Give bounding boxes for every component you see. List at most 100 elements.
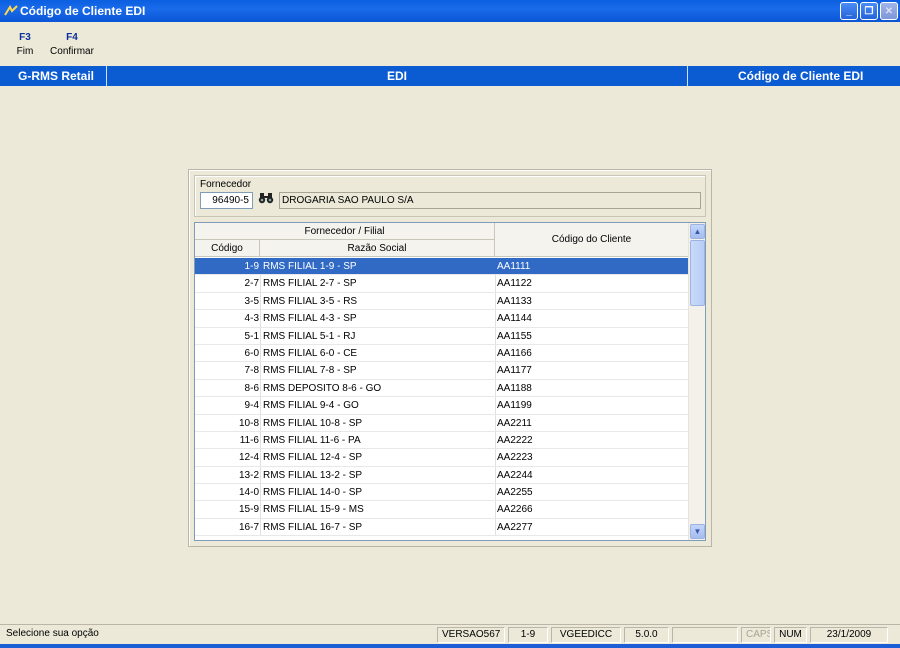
cell-razao-social: RMS FILIAL 13-2 - SP — [263, 469, 363, 481]
column-header-codigo[interactable]: Código — [195, 240, 260, 257]
taskbar-edge — [0, 644, 900, 648]
minimize-button[interactable]: _ — [840, 2, 858, 20]
column-divider — [260, 379, 261, 397]
table-row[interactable]: 13-2 RMS FILIAL 13-2 - SP AA2244 — [195, 466, 689, 485]
cell-codigo: 12-4 — [238, 452, 259, 464]
column-divider — [260, 327, 261, 344]
module-name: EDI — [387, 69, 408, 83]
fornecedor-group: Fornecedor 96490-5 DROGARIA SAO PAULO S/… — [194, 175, 706, 217]
cell-codigo: 14-0 — [238, 487, 259, 499]
status-program: VGEEDICC — [551, 627, 621, 643]
cell-codigo: 15-9 — [238, 504, 259, 516]
cell-codigo-cliente[interactable]: AA2266 — [497, 504, 533, 515]
binoculars-icon[interactable] — [257, 192, 275, 209]
cell-codigo-cliente[interactable]: AA2222 — [497, 435, 533, 446]
column-divider — [260, 466, 261, 484]
table-row[interactable]: 15-9 RMS FILIAL 15-9 - MS AA2266 — [195, 501, 689, 519]
column-divider — [260, 518, 261, 536]
scroll-up-button[interactable]: ▲ — [690, 224, 705, 239]
fkey-confirmar[interactable]: F4 Confirmar — [50, 32, 94, 57]
column-header-codigo-cliente[interactable]: Código do Cliente — [495, 223, 689, 257]
cell-codigo-cliente[interactable]: AA1133 — [497, 296, 532, 307]
cell-codigo-cliente[interactable]: AA1122 — [497, 278, 532, 289]
cell-codigo-cliente[interactable]: AA1188 — [497, 383, 532, 394]
cell-codigo-cliente[interactable]: AA1177 — [497, 365, 532, 376]
column-divider — [495, 258, 496, 275]
column-header-razao-social[interactable]: Razão Social — [260, 240, 495, 257]
column-divider — [260, 258, 261, 275]
status-bar: Selecione sua opção VERSAO567 1-9 VGEEDI… — [0, 624, 900, 648]
main-panel: Fornecedor 96490-5 DROGARIA SAO PAULO S/… — [188, 169, 712, 547]
column-divider — [495, 292, 496, 310]
filial-grid[interactable]: Fornecedor / Filial Código Razão Social … — [194, 222, 706, 541]
table-row[interactable]: 11-6 RMS FILIAL 11-6 - PA AA2222 — [195, 431, 689, 450]
cell-codigo-cliente[interactable]: AA1155 — [497, 331, 532, 342]
scroll-down-button[interactable]: ▼ — [690, 524, 705, 539]
close-button[interactable]: ✕ — [880, 2, 898, 20]
column-divider — [495, 379, 496, 397]
column-divider — [260, 414, 261, 431]
cell-razao-social: RMS FILIAL 10-8 - SP — [263, 417, 363, 429]
fornecedor-label: Fornecedor — [200, 179, 252, 190]
cell-codigo-cliente[interactable]: AA2277 — [497, 522, 533, 533]
table-row[interactable]: 8-6 RMS DEPOSITO 8-6 - GO AA1188 — [195, 379, 689, 398]
table-row[interactable]: 1-9 RMS FILIAL 1-9 - SP AA1111 — [195, 258, 689, 276]
table-row[interactable]: 9-4 RMS FILIAL 9-4 - GO AA1199 — [195, 397, 689, 415]
cell-codigo-cliente[interactable]: AA2244 — [497, 470, 533, 481]
scroll-thumb[interactable] — [690, 240, 705, 306]
restore-button[interactable]: ❐ — [860, 2, 878, 20]
cell-razao-social: RMS FILIAL 14-0 - SP — [263, 487, 363, 499]
table-row[interactable]: 6-0 RMS FILIAL 6-0 - CE AA1166 — [195, 344, 689, 363]
cell-codigo-cliente[interactable]: AA2255 — [497, 487, 533, 498]
table-row[interactable]: 14-0 RMS FILIAL 14-0 - SP AA2255 — [195, 484, 689, 502]
fkey-label: Fim — [16, 46, 34, 57]
cell-codigo-cliente[interactable]: AA1111 — [497, 261, 530, 272]
table-row[interactable]: 12-4 RMS FILIAL 12-4 - SP AA2223 — [195, 449, 689, 467]
fornecedor-code-input[interactable]: 96490-5 — [200, 192, 253, 209]
fornecedor-name-field: DROGARIA SAO PAULO S/A — [279, 192, 701, 209]
table-row[interactable]: 10-8 RMS FILIAL 10-8 - SP AA2211 — [195, 414, 689, 432]
column-divider — [495, 344, 496, 362]
cell-codigo: 4-3 — [244, 313, 259, 325]
table-row[interactable]: 3-5 RMS FILIAL 3-5 - RS AA1133 — [195, 292, 689, 311]
cell-codigo-cliente[interactable]: AA2223 — [497, 452, 533, 463]
cell-codigo-cliente[interactable]: AA1166 — [497, 348, 532, 359]
column-divider — [495, 449, 496, 466]
column-divider — [495, 431, 496, 449]
column-divider — [495, 310, 496, 327]
cell-razao-social: RMS FILIAL 1-9 - SP — [263, 261, 357, 272]
table-row[interactable]: 16-7 RMS FILIAL 16-7 - SP AA2277 — [195, 518, 689, 537]
table-row[interactable]: 7-8 RMS FILIAL 7-8 - SP AA1177 — [195, 362, 689, 380]
column-divider — [260, 344, 261, 362]
status-date: 23/1/2009 — [810, 627, 888, 643]
table-row[interactable]: 4-3 RMS FILIAL 4-3 - SP AA1144 — [195, 310, 689, 328]
function-key-bar: F3 Fim F4 Confirmar — [0, 22, 900, 64]
column-divider — [495, 327, 496, 344]
chevron-down-icon: ▼ — [693, 527, 702, 536]
column-divider — [495, 484, 496, 501]
module-divider — [687, 66, 688, 86]
status-num: NUM — [774, 627, 807, 643]
cell-codigo-cliente[interactable]: AA1199 — [497, 400, 532, 411]
cell-codigo-cliente[interactable]: AA1144 — [497, 313, 532, 324]
cell-codigo: 8-6 — [244, 382, 259, 394]
table-row[interactable]: 2-7 RMS FILIAL 2-7 - SP AA1122 — [195, 275, 689, 293]
grid-rows: 1-9 RMS FILIAL 1-9 - SP AA1111 2-7 RMS FILIA… — [195, 258, 689, 537]
restore-icon: ❐ — [864, 5, 874, 17]
cell-codigo: 16-7 — [238, 521, 259, 533]
cell-razao-social: RMS FILIAL 11-6 - PA — [263, 434, 361, 446]
column-divider — [495, 466, 496, 484]
column-divider — [260, 362, 261, 379]
cell-codigo: 3-5 — [244, 295, 259, 307]
fkey-code: F4 — [66, 32, 78, 43]
column-divider — [260, 484, 261, 501]
cell-codigo-cliente[interactable]: AA2211 — [497, 418, 532, 429]
cell-razao-social: RMS FILIAL 5-1 - RJ — [263, 330, 356, 342]
column-divider — [260, 310, 261, 327]
module-bar: G-RMS Retail EDI Código de Cliente EDI — [0, 66, 900, 86]
app-icon — [4, 5, 18, 16]
table-row[interactable]: 5-1 RMS FILIAL 5-1 - RJ AA1155 — [195, 327, 689, 345]
fkey-fim[interactable]: F3 Fim — [14, 32, 36, 57]
cell-razao-social: RMS FILIAL 2-7 - SP — [263, 278, 357, 290]
grid-scrollbar[interactable]: ▲ ▼ — [688, 223, 705, 540]
